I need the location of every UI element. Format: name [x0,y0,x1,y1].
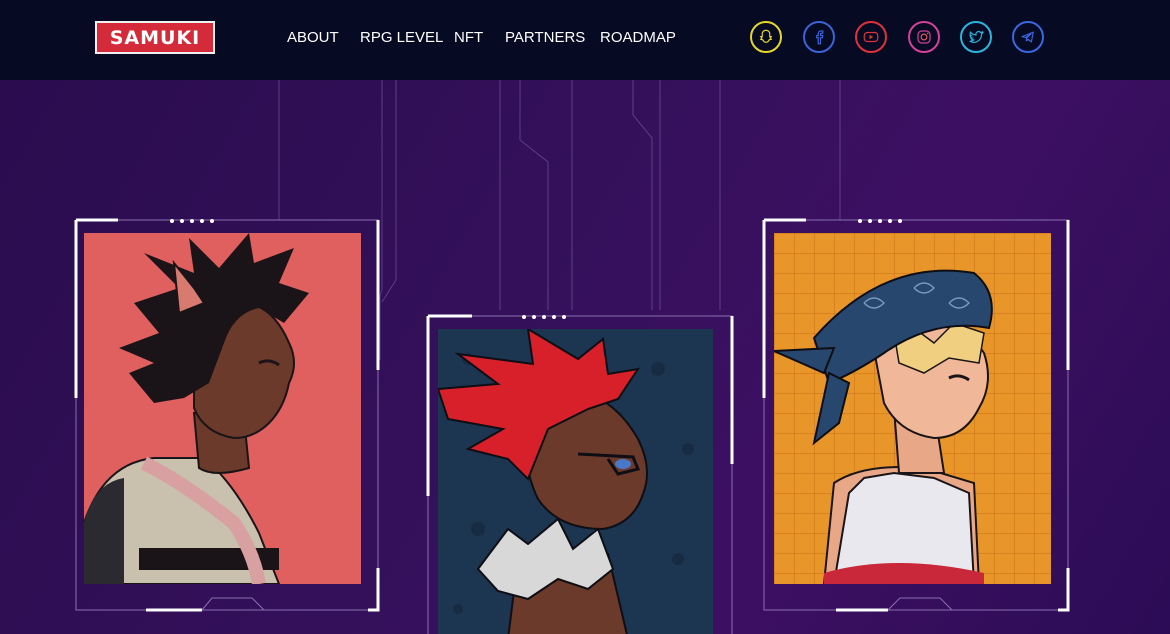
nav-item-partners[interactable]: PARTNERS [505,29,585,47]
nav-item-roadmap[interactable]: ROADMAP [600,29,676,47]
top-navigation-bar: SAMUKI ABOUT RPG LEVEL NFT PARTNERS ROAD… [0,0,1170,80]
character-portrait-2 [438,329,713,634]
character-portrait-1 [84,233,361,584]
twitter-icon[interactable] [960,21,992,53]
nav-item-rpg-level[interactable]: RPG LEVEL [360,29,443,47]
instagram-icon[interactable] [908,21,940,53]
nav-item-nft[interactable]: NFT [454,29,483,47]
telegram-icon[interactable] [1012,21,1044,53]
youtube-icon[interactable] [855,21,887,53]
character-card-2[interactable] [424,314,736,634]
character-card-1[interactable] [72,218,382,614]
facebook-icon[interactable] [803,21,835,53]
samuki-logo[interactable]: SAMUKI [95,21,215,54]
snapchat-icon[interactable] [750,21,782,53]
nav-item-about[interactable]: ABOUT [287,29,339,47]
character-portrait-3 [774,233,1051,584]
character-card-3[interactable] [760,218,1074,614]
